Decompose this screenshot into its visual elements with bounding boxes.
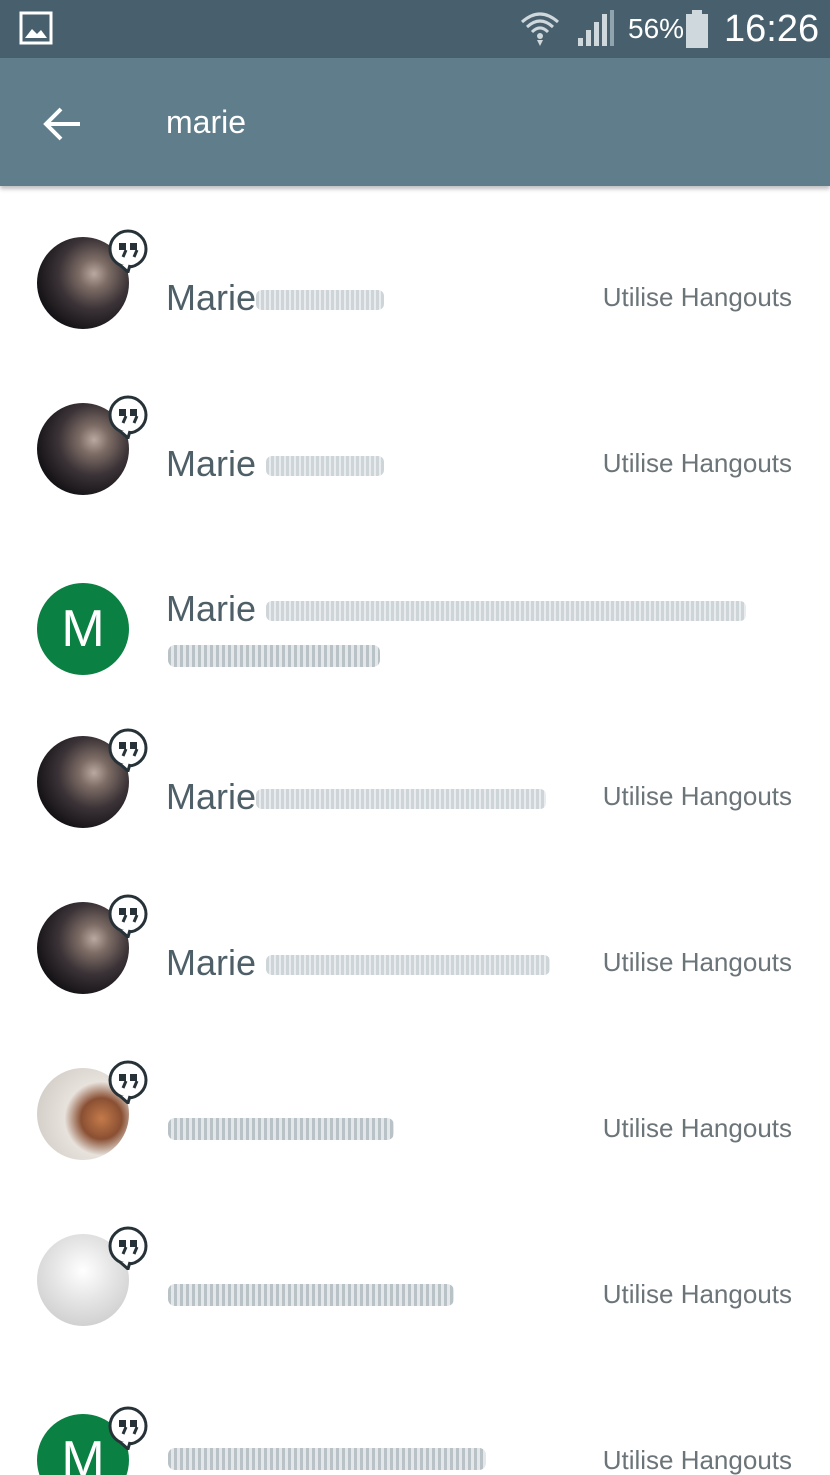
clock: 16:26 — [724, 8, 820, 50]
redacted-surname — [266, 955, 551, 976]
contact-status: Utilise Hangouts — [602, 448, 792, 478]
status-bar: 56% 16:26 — [0, 0, 830, 58]
contact-name: Marie — [166, 941, 551, 985]
hangouts-badge-icon — [108, 1226, 148, 1270]
redacted-surname — [266, 456, 385, 477]
wifi-icon — [521, 12, 559, 46]
contact-row[interactable]: Marie Utilise Hangouts — [0, 880, 830, 1046]
redacted-contact-detail — [168, 645, 380, 667]
contact-name: Marie — [166, 442, 385, 486]
contact-row[interactable]: M Marie — [0, 547, 830, 713]
contact-status: Utilise Hangouts — [602, 1113, 792, 1143]
contact-name-text: Marie — [166, 776, 257, 817]
contact-name: Marie — [166, 276, 385, 320]
contact-row[interactable]: Utilise Hangouts — [0, 1212, 830, 1378]
contact-row[interactable]: M Utilise Hangouts — [0, 1378, 830, 1475]
hangouts-badge-icon — [108, 1060, 148, 1104]
hangouts-badge-icon — [108, 395, 148, 439]
search-app-bar: marie — [0, 58, 830, 186]
hangouts-badge-icon — [108, 728, 148, 772]
redacted-surname — [256, 789, 547, 810]
hangouts-badge-icon — [108, 229, 148, 273]
hangouts-badge-icon — [108, 1406, 148, 1450]
arrow-back-icon — [43, 107, 80, 141]
contact-name-text: Marie — [166, 277, 257, 318]
battery-percent: 56% — [628, 13, 685, 44]
contact-results-list: Marie Utilise Hangouts Marie Utilise Han… — [0, 186, 830, 1475]
redacted-contact-name — [168, 1118, 394, 1140]
contact-name-text: Marie — [166, 443, 257, 484]
contact-row[interactable]: Marie Utilise Hangouts — [0, 381, 830, 547]
gallery-notification-icon — [19, 11, 53, 45]
redacted-contact-name — [168, 1284, 454, 1306]
back-button[interactable] — [30, 92, 94, 156]
redacted-contact-name — [168, 1448, 486, 1470]
contact-status: Utilise Hangouts — [602, 781, 792, 811]
search-query-text[interactable]: marie — [166, 102, 246, 142]
redacted-surname — [266, 601, 747, 622]
battery-icon — [686, 10, 708, 48]
contact-row[interactable]: Marie Utilise Hangouts — [0, 714, 830, 880]
hangouts-badge-icon — [108, 894, 148, 938]
contact-row[interactable]: Marie Utilise Hangouts — [0, 215, 830, 381]
contact-status: Utilise Hangouts — [602, 947, 792, 977]
contact-name: Marie — [166, 587, 747, 631]
contact-status: Utilise Hangouts — [602, 1279, 792, 1309]
contact-name-text: Marie — [166, 588, 257, 629]
signal-icon — [578, 10, 614, 46]
contact-name-text: Marie — [166, 942, 257, 983]
contact-row[interactable]: Utilise Hangouts — [0, 1046, 830, 1212]
contact-avatar-letter: M — [37, 583, 129, 675]
contact-status: Utilise Hangouts — [602, 282, 792, 312]
redacted-surname — [256, 290, 385, 311]
contact-status: Utilise Hangouts — [602, 1445, 792, 1475]
contact-name: Marie — [166, 775, 547, 819]
